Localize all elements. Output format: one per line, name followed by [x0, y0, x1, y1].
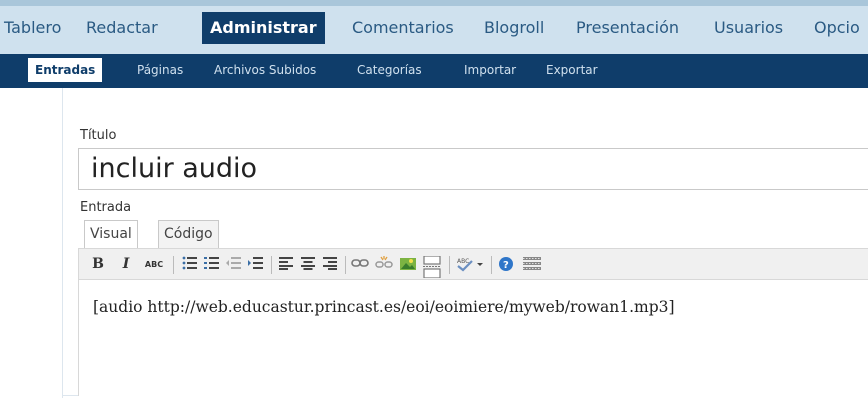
entry-label: Entrada: [80, 200, 132, 215]
italic-button[interactable]: I: [119, 256, 133, 273]
menu-blogroll[interactable]: Blogroll: [484, 12, 544, 44]
help-icon[interactable]: ?: [497, 256, 515, 273]
insert-image-icon[interactable]: [399, 256, 417, 273]
menu-tablero[interactable]: Tablero: [4, 12, 61, 44]
menu-comentarios[interactable]: Comentarios: [352, 12, 454, 44]
indent-icon[interactable]: [247, 256, 265, 273]
editor-toolbar: B I ABC ABC ?: [78, 248, 868, 280]
admin-top-menu: Tablero Redactar Administrar Comentarios…: [0, 0, 868, 54]
bullet-list-icon[interactable]: [181, 256, 199, 273]
title-label: Título: [80, 128, 117, 143]
post-edit-area: Título incluir audio Entrada Visual Códi…: [0, 88, 868, 398]
kitchen-sink-icon[interactable]: [521, 256, 543, 273]
strikethrough-button[interactable]: ABC: [143, 256, 165, 273]
align-right-icon[interactable]: [321, 256, 339, 273]
post-content-editor[interactable]: [audio http://web.educastur.princast.es/…: [78, 280, 868, 396]
svg-text:?: ?: [503, 260, 509, 271]
submenu-paginas[interactable]: Páginas: [137, 58, 183, 82]
post-content-text: [audio http://web.educastur.princast.es/…: [93, 298, 675, 316]
admin-sub-menu: Entradas Páginas Archivos Subidos Catego…: [0, 54, 868, 88]
menu-administrar[interactable]: Administrar: [202, 12, 325, 44]
submenu-entradas[interactable]: Entradas: [28, 58, 103, 82]
toolbar-separator: [491, 256, 492, 274]
submenu-importar[interactable]: Importar: [464, 58, 516, 82]
bold-button[interactable]: B: [91, 256, 105, 273]
spellcheck-icon[interactable]: ABC: [455, 256, 485, 273]
submenu-categorias[interactable]: Categorías: [357, 58, 422, 82]
unlink-icon[interactable]: [375, 256, 393, 273]
menu-redactar[interactable]: Redactar: [86, 12, 158, 44]
menu-presentacion[interactable]: Presentación: [576, 12, 679, 44]
tab-codigo[interactable]: Código: [158, 220, 219, 248]
tab-visual[interactable]: Visual: [84, 220, 138, 248]
align-center-icon[interactable]: [299, 256, 317, 273]
outdent-icon[interactable]: [225, 256, 243, 273]
numbered-list-icon[interactable]: [203, 256, 221, 273]
submenu-archivos-subidos[interactable]: Archivos Subidos: [214, 58, 316, 82]
more-tag-icon[interactable]: [423, 255, 441, 279]
link-icon[interactable]: [351, 256, 369, 273]
title-input[interactable]: incluir audio: [78, 148, 868, 190]
title-value: incluir audio: [91, 153, 258, 184]
toolbar-separator: [345, 256, 346, 274]
submenu-exportar[interactable]: Exportar: [546, 58, 598, 82]
toolbar-separator: [173, 256, 174, 274]
toolbar-separator: [271, 256, 272, 274]
align-left-icon[interactable]: [277, 256, 295, 273]
svg-text:ABC: ABC: [457, 258, 469, 265]
toolbar-separator: [449, 256, 450, 274]
menu-opciones[interactable]: Opcio: [814, 12, 860, 44]
content-left-border: [62, 88, 63, 398]
menu-usuarios[interactable]: Usuarios: [714, 12, 783, 44]
